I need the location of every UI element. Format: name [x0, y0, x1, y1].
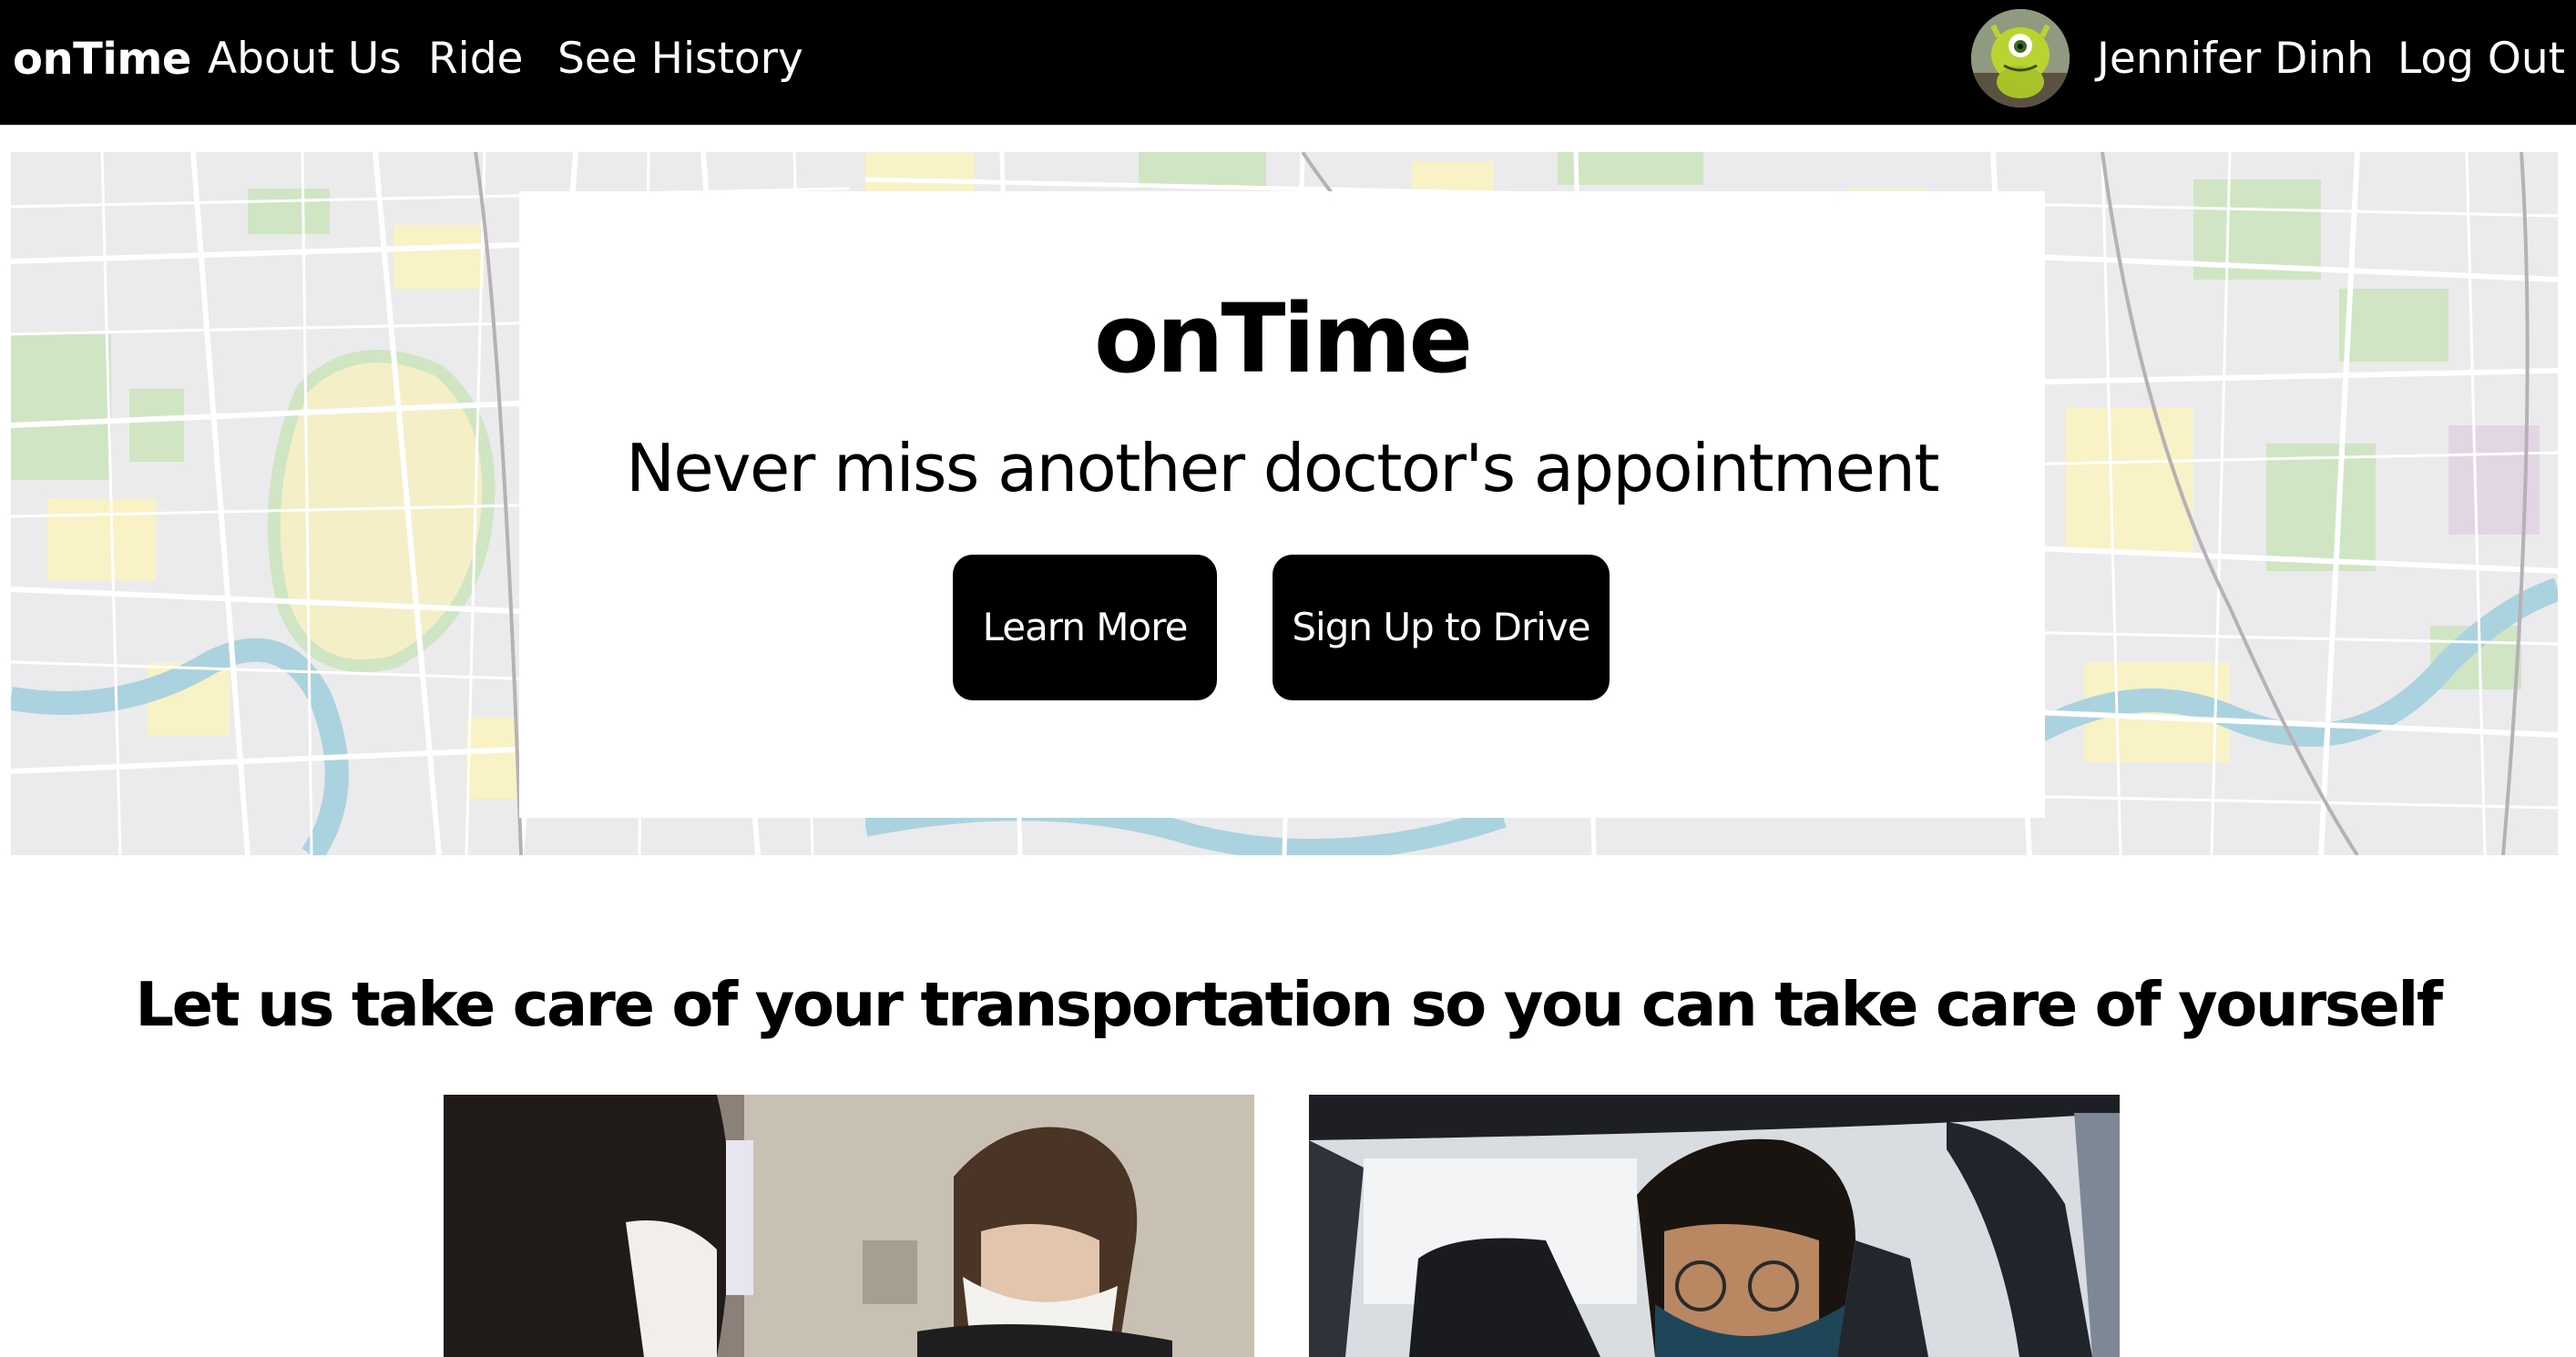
- nav-user-name[interactable]: Jennifer Dinh: [2097, 0, 2374, 118]
- learn-more-button[interactable]: Learn More: [953, 555, 1217, 700]
- nav-about-us[interactable]: About Us: [208, 0, 402, 118]
- driver-car-photo: [1309, 1095, 2120, 1357]
- doctor-patient-photo: [444, 1095, 1254, 1357]
- sign-up-to-drive-button[interactable]: Sign Up to Drive: [1273, 555, 1610, 700]
- user-avatar[interactable]: [1971, 9, 2070, 107]
- section-tagline: Let us take care of your transportation …: [135, 969, 2443, 1040]
- brand-logo-link[interactable]: onTime: [13, 0, 191, 118]
- hero-subtitle: Never miss another doctor's appointment: [626, 430, 1939, 506]
- nav-ride[interactable]: Ride: [428, 0, 523, 118]
- nav-log-out[interactable]: Log Out: [2397, 0, 2565, 118]
- hero-card: onTime Never miss another doctor's appoi…: [519, 191, 2045, 818]
- top-navbar: onTime About Us Ride See History Jennife…: [0, 0, 2576, 125]
- hero-title: onTime: [1094, 283, 1473, 394]
- nav-see-history[interactable]: See History: [557, 0, 803, 118]
